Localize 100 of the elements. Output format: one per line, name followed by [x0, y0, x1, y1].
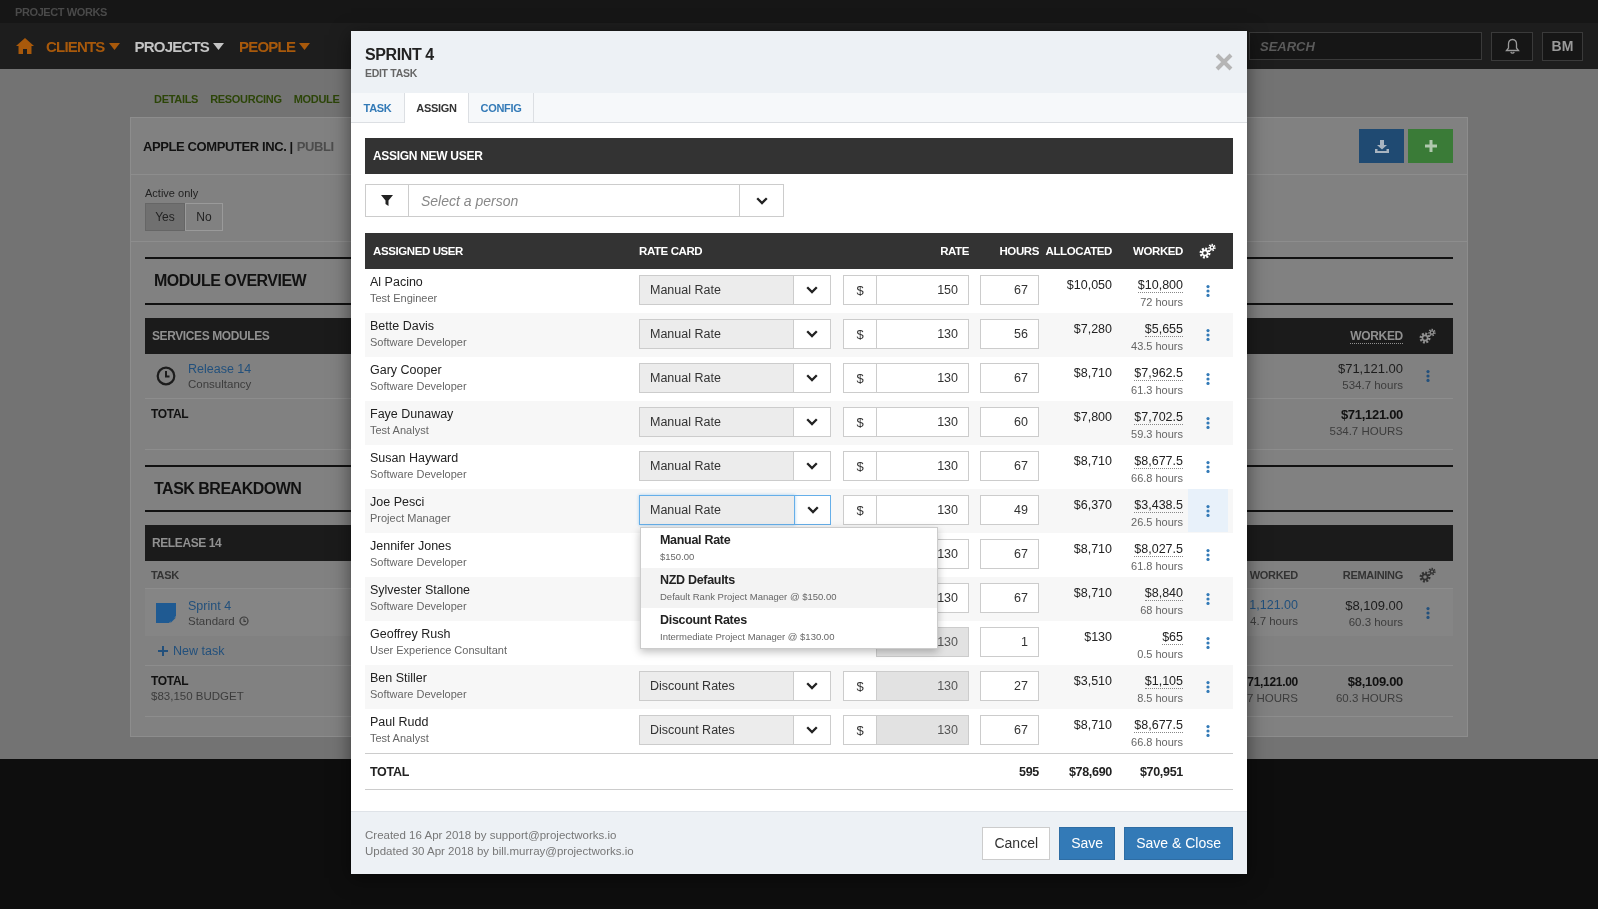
worked-hours: 534.7 hours [1342, 379, 1403, 391]
notifications-button[interactable] [1491, 31, 1533, 61]
user-role: Software Developer [370, 600, 468, 612]
menu-item[interactable]: NZD Defaults Default Rank Project Manager @ $150.00 [641, 568, 937, 608]
cancel-button[interactable]: Cancel [982, 826, 1051, 860]
filter-icon [381, 195, 393, 206]
gears-icon[interactable] [1419, 328, 1437, 344]
user-name: Bette Davis [370, 319, 435, 333]
hours-field[interactable]: 27 [980, 671, 1039, 701]
menu-item[interactable]: Discount Rates Intermediate Project Manager @ $130.00 [641, 608, 937, 648]
user-role: Test Engineer [370, 292, 439, 304]
caret-icon [108, 42, 120, 50]
clock-icon [238, 615, 249, 626]
currency-label: $ [843, 451, 876, 481]
worked-amount[interactable]: $5,655 [1144, 322, 1183, 337]
worked-amount: $71,121.00 [1337, 361, 1403, 376]
user-name: Jennifer Jones [370, 539, 453, 553]
hours-field[interactable]: 56 [980, 319, 1039, 349]
user-role: Software Developer [370, 336, 468, 348]
tab[interactable]: CONFIG [469, 93, 534, 123]
hours-field[interactable]: 67 [980, 363, 1039, 393]
hours-field[interactable]: 49 [980, 495, 1039, 525]
user-name: Paul Rudd [370, 715, 430, 729]
rate-card-select[interactable]: Manual Rate [639, 407, 831, 437]
save-button[interactable]: Save [1059, 826, 1116, 860]
toggle-option[interactable]: No [185, 203, 223, 231]
rate-card-select[interactable]: Discount Rates [639, 671, 831, 701]
worked-amount[interactable]: $8,840 [1144, 586, 1183, 601]
total-hours: 595 [1018, 764, 1039, 779]
worked-amount[interactable]: $8,677.5 [1134, 718, 1183, 733]
rate-field[interactable]: 130 [876, 407, 969, 437]
allocated-amount: $10,050 [1066, 278, 1112, 292]
column-header: WORKED [1248, 568, 1298, 581]
user-role: Software Developer [370, 688, 468, 700]
worked-amount[interactable]: $10,800 [1137, 278, 1183, 293]
worked-amount[interactable]: $7,962.5 [1134, 366, 1183, 381]
section-heading: TASK BREAKDOWN [154, 479, 302, 498]
user-avatar-button[interactable]: BM [1542, 31, 1583, 61]
download-button[interactable] [1359, 129, 1404, 163]
hours-field[interactable]: 60 [980, 407, 1039, 437]
hours-field[interactable]: 67 [980, 539, 1039, 569]
rate-card-select[interactable]: Manual Rate [639, 451, 831, 481]
column-header[interactable]: WORKED [1350, 328, 1403, 344]
rate-field[interactable]: 130 [876, 363, 969, 393]
worked-hours: 61.8 hours [1131, 560, 1183, 572]
rate-card-select[interactable]: Manual Rate [639, 495, 831, 525]
worked-amount[interactable]: $3,438.5 [1134, 498, 1183, 513]
rate-card-select[interactable]: Discount Rates [639, 715, 831, 745]
worked-amount[interactable]: $8,677.5 [1134, 454, 1183, 469]
allocated-amount: $8,710 [1073, 718, 1112, 732]
rate-field[interactable]: 130 [876, 715, 969, 745]
worked-amount[interactable]: $7,702.5 [1134, 410, 1183, 425]
module-type: Consultancy [188, 378, 252, 390]
more-button[interactable] [1188, 489, 1228, 532]
person-select[interactable]: Select a person [365, 184, 784, 217]
rate-field[interactable]: 150 [876, 275, 969, 305]
rate-card-select[interactable]: Manual Rate [639, 275, 831, 305]
user-name: Faye Dunaway [370, 407, 455, 421]
rate-card-select[interactable]: Manual Rate [639, 363, 831, 393]
worked-amount[interactable]: $8,027.5 [1134, 542, 1183, 557]
worked-amount: 1,121.00 [1249, 598, 1298, 612]
total-worked: $70,951 [1138, 764, 1183, 779]
rate-field[interactable]: 130 [876, 495, 969, 525]
user-role: Software Developer [370, 380, 468, 392]
add-button[interactable] [1408, 129, 1453, 163]
chevron-down-icon [806, 462, 818, 470]
remaining-hours: 60.3 hours [1348, 615, 1403, 628]
rate-field[interactable]: 130 [876, 451, 969, 481]
more-icon [1206, 504, 1210, 517]
download-icon [1374, 139, 1389, 153]
gears-icon[interactable] [1199, 243, 1217, 259]
hours-field[interactable]: 67 [980, 583, 1039, 613]
hours-field[interactable]: 1 [980, 627, 1039, 657]
rate-field[interactable]: 130 [876, 319, 969, 349]
home-icon[interactable] [16, 38, 34, 54]
section-title: ASSIGN NEW USER [373, 149, 483, 163]
allocated-amount: $8,710 [1073, 454, 1112, 468]
filter-label: Active only [145, 186, 199, 201]
worked-hours: 66.8 hours [1131, 736, 1183, 748]
hours-field[interactable]: 67 [980, 715, 1039, 745]
worked-hours: 68 hours [1140, 604, 1183, 616]
hours-field[interactable]: 67 [980, 451, 1039, 481]
total-allocated: $78,690 [1067, 764, 1112, 779]
rate-field[interactable]: 130 [876, 671, 969, 701]
tab[interactable]: ASSIGN [404, 93, 469, 123]
user-name: Ben Stiller [370, 671, 428, 685]
menu-item[interactable]: Manual Rate $150.00 [641, 528, 937, 568]
nav-link[interactable]: PROJECTS [134, 37, 225, 55]
hours-field[interactable]: 67 [980, 275, 1039, 305]
chevron-down-icon [806, 418, 818, 426]
worked-amount[interactable]: $1,105 [1144, 674, 1183, 689]
worked-amount[interactable]: $65 [1162, 630, 1183, 645]
user-name: Al Pacino [370, 275, 424, 289]
allocated-amount: $3,510 [1073, 674, 1112, 688]
close-icon[interactable] [1215, 53, 1233, 71]
user-role: Test Analyst [370, 732, 430, 744]
more-icon [1206, 592, 1210, 605]
rate-card-select[interactable]: Manual Rate [639, 319, 831, 349]
column-header: RATE [939, 245, 969, 257]
save-button[interactable]: Save & Close [1124, 826, 1233, 860]
